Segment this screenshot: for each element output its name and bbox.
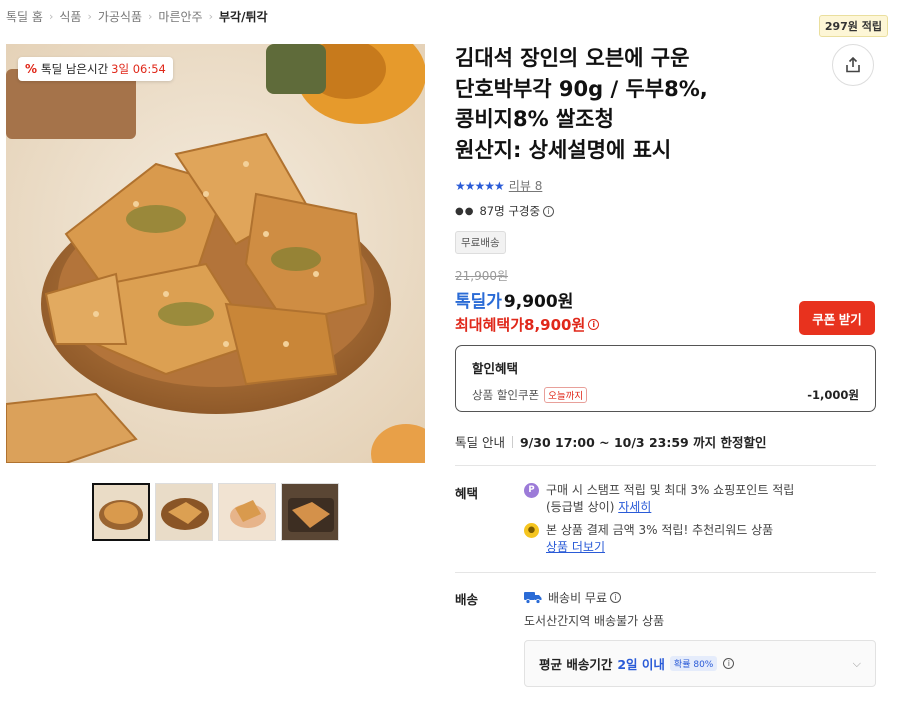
- benefit-line: 구매 시 스탬프 적립 및 최대 3% 쇼핑포인트 적립: [546, 483, 795, 497]
- breadcrumb-processed-food[interactable]: 가공식품: [98, 8, 142, 25]
- details-link[interactable]: 자세히: [618, 500, 651, 514]
- thumbnail-image: [219, 484, 275, 540]
- free-shipping-badge: 무료배송: [455, 231, 506, 254]
- benefits-label: 혜택: [455, 486, 479, 501]
- point-icon: P: [524, 483, 539, 498]
- thumbnail-image: [94, 485, 148, 539]
- divider: [511, 435, 513, 448]
- points-badge: 297원 적립: [818, 15, 888, 37]
- viewers-text: 87명 구경중: [479, 204, 541, 218]
- deal-timer-label: 톡딜 남은시간: [41, 62, 109, 76]
- chevron-down-icon: ⌵: [852, 656, 861, 670]
- product-photo: [6, 44, 425, 463]
- thumbnail-strip: [92, 483, 339, 541]
- benefit-text: 구매 시 스탬프 적립 및 최대 3% 쇼핑포인트 적립 (등급별 상이) 자세…: [546, 482, 794, 516]
- shipping-label: 배송: [455, 592, 479, 607]
- share-icon: [846, 56, 860, 73]
- delivery-period-label: 평균 배송기간: [539, 657, 613, 672]
- product-title-line: 단호박부각 90g / 두부8%,: [455, 76, 708, 101]
- deal-price-value: 9,900원: [503, 292, 574, 312]
- star-icon: ★★★★★: [455, 178, 505, 193]
- benefit-text: 본 상품 결제 금액 3% 적립! 추천리워드 상품 상품 더보기: [546, 522, 773, 556]
- breadcrumb: 톡딜 홈 › 식품 › 가공식품 › 마른안주 › 부각/튀각: [6, 8, 268, 25]
- info-icon[interactable]: i: [723, 658, 735, 669]
- breadcrumb-dried-snacks[interactable]: 마른안주: [158, 8, 202, 25]
- discount-coupon-label: 상품 할인쿠폰: [472, 388, 540, 402]
- thumbnail-2[interactable]: [155, 483, 213, 541]
- viewers-count: ●● 87명 구경중 i: [455, 203, 555, 219]
- get-coupon-button[interactable]: 쿠폰 받기: [799, 301, 875, 335]
- divider: [455, 572, 876, 573]
- max-price-label: 최대혜택가: [455, 316, 525, 334]
- discount-row: 상품 할인쿠폰 오늘까지 -1,000원: [472, 387, 859, 403]
- shipping-note: 도서산간지역 배송불가 상품: [524, 614, 665, 628]
- deal-info: 톡딜 안내 9/30 17:00 ~ 10/3 23:59 까지 한정할인: [455, 432, 766, 451]
- rating: ★★★★★ 리뷰 8: [455, 177, 542, 194]
- breadcrumb-current[interactable]: 부각/튀각: [219, 8, 268, 25]
- reward-icon: ●: [524, 523, 539, 538]
- max-benefit-price: 최대혜택가 8,900원 i: [455, 314, 600, 335]
- benefit-line: 본 상품 결제 금액 3% 적립! 추천리워드 상품: [546, 523, 774, 537]
- delivery-period-value: 2일 이내: [617, 657, 665, 672]
- breadcrumb-separator: ›: [208, 10, 213, 23]
- product-title-line: 김대석 장인의 오븐에 구운: [455, 46, 690, 70]
- shipping-fee: 배송비 무료 i: [524, 589, 622, 606]
- breadcrumb-separator: ›: [87, 10, 92, 23]
- info-icon[interactable]: i: [588, 319, 600, 330]
- deal-timer: % 톡딜 남은시간 3일 06:54: [18, 57, 173, 81]
- info-icon[interactable]: i: [610, 592, 622, 603]
- eyes-icon: ●●: [455, 205, 475, 217]
- discount-box-title: 할인혜택: [472, 361, 519, 376]
- deal-info-label: 톡딜 안내: [455, 435, 505, 450]
- info-icon[interactable]: i: [543, 205, 555, 217]
- more-products-link[interactable]: 상품 더보기: [546, 539, 773, 556]
- deal-price: 톡딜가 9,900원: [455, 287, 573, 312]
- review-link[interactable]: 리뷰 8: [509, 177, 543, 194]
- max-price-value: 8,900원: [524, 316, 586, 334]
- breadcrumb-separator: ›: [148, 10, 153, 23]
- thumbnail-1[interactable]: [92, 483, 150, 541]
- deal-info-value: 9/30 17:00 ~ 10/3 23:59 까지 한정할인: [519, 435, 767, 450]
- product-title: 김대석 장인의 오븐에 구운 단호박부각 90g / 두부8%, 콩비지8% 쌀…: [455, 43, 815, 165]
- probability-tag: 확률 80%: [669, 656, 718, 671]
- thumbnail-image: [156, 484, 212, 540]
- original-price: 21,900원: [455, 269, 509, 283]
- benefit-item-reward: ● 본 상품 결제 금액 3% 적립! 추천리워드 상품 상품 더보기: [524, 522, 773, 556]
- thumbnail-image: [282, 484, 338, 540]
- benefit-item-points: P 구매 시 스탬프 적립 및 최대 3% 쇼핑포인트 적립 (등급별 상이) …: [524, 482, 794, 516]
- product-title-line: 콩비지8% 쌀조청: [455, 107, 614, 131]
- delivery-period-dropdown[interactable]: 평균 배송기간 2일 이내 확률 80% i ⌵: [524, 640, 876, 687]
- today-only-tag: 오늘까지: [544, 387, 588, 403]
- percent-icon: %: [25, 62, 38, 76]
- divider: [455, 465, 876, 466]
- deal-price-label: 톡딜가: [455, 292, 502, 312]
- shipping-fee-text: 배송비 무료: [548, 591, 608, 605]
- breadcrumb-separator: ›: [48, 10, 54, 23]
- discount-amount: -1,000원: [807, 388, 859, 402]
- benefit-line-2: (등급별 상이) 자세히: [546, 499, 794, 516]
- benefit-note: (등급별 상이): [546, 500, 615, 514]
- breadcrumb-home[interactable]: 톡딜 홈: [6, 8, 43, 25]
- product-main-image[interactable]: % 톡딜 남은시간 3일 06:54: [6, 44, 425, 463]
- discount-box: 할인혜택 상품 할인쿠폰 오늘까지 -1,000원: [455, 345, 876, 412]
- share-button[interactable]: [832, 44, 874, 86]
- deal-timer-value: 3일 06:54: [111, 62, 166, 76]
- truck-icon: [524, 592, 542, 604]
- breadcrumb-food[interactable]: 식품: [59, 8, 81, 25]
- thumbnail-3[interactable]: [218, 483, 276, 541]
- product-title-line: 원산지: 상세설명에 표시: [455, 137, 672, 162]
- thumbnail-4[interactable]: [281, 483, 339, 541]
